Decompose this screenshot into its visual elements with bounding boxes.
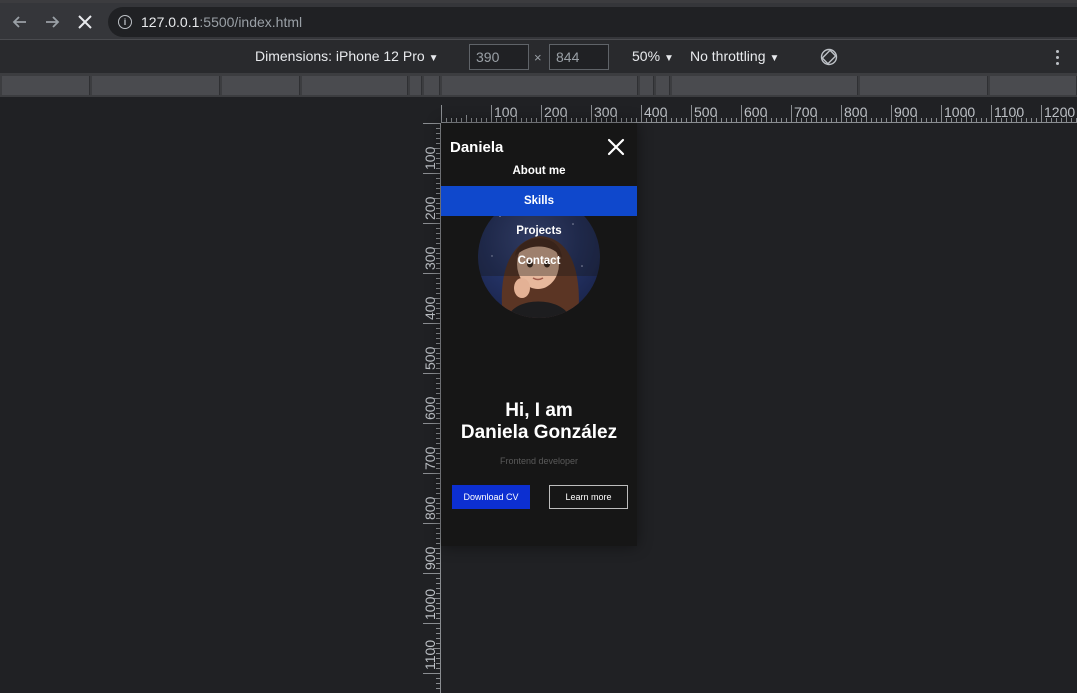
hero-line-1: Hi, I am	[505, 400, 573, 421]
media-query-segment[interactable]	[672, 76, 858, 95]
ruler-label: 1000	[422, 589, 438, 620]
dimensions-label: Dimensions: iPhone 12 Pro	[255, 48, 425, 64]
width-input[interactable]	[469, 44, 529, 70]
site-info-icon[interactable]: i	[118, 15, 132, 29]
menu-item-skills[interactable]: Skills	[441, 186, 637, 216]
device-toolbar: Dimensions: iPhone 12 Pro▼ × 50%▼ No thr…	[0, 40, 1077, 74]
zoom-dropdown[interactable]: 50% ▼	[632, 48, 674, 64]
media-query-segment[interactable]	[656, 76, 670, 95]
ruler-label: 400	[644, 104, 668, 120]
ruler-label: 900	[422, 546, 438, 570]
ruler-label: 300	[594, 104, 618, 120]
dropdown-caret-icon: ▼	[428, 53, 439, 64]
media-query-segment[interactable]	[860, 76, 988, 95]
ruler-label: 900	[894, 104, 918, 120]
dimensions-dropdown[interactable]: Dimensions: iPhone 12 Pro ▼	[255, 48, 439, 64]
ruler-label: 600	[422, 396, 438, 420]
media-query-segment[interactable]	[424, 76, 440, 95]
ruler-label: 1100	[422, 640, 438, 670]
ruler-corner	[419, 101, 441, 123]
media-query-segment[interactable]	[302, 76, 408, 95]
media-query-segment[interactable]	[2, 76, 90, 95]
hero-line-2: Daniela González	[460, 422, 618, 443]
media-query-segment[interactable]	[442, 76, 638, 95]
back-arrow-icon[interactable]	[8, 11, 32, 33]
stop-loading-icon[interactable]	[73, 11, 97, 33]
dropdown-caret-icon: ▼	[769, 53, 780, 64]
vertical-ruler: 100 200 300 400 500 600 700 800 900 1000 1100	[419, 123, 441, 693]
ruler-label: 1200	[1044, 104, 1075, 120]
site-brand[interactable]: Daniela	[450, 139, 503, 156]
dropdown-caret-icon: ▼	[664, 53, 674, 64]
ruler-label: 100	[494, 104, 518, 120]
hero-subtitle: Frontend developer	[499, 456, 579, 466]
menu-item-label: Projects	[516, 225, 562, 237]
menu-item-about[interactable]: About me	[441, 156, 637, 186]
nav-menu: About me Skills Projects Contact	[441, 156, 637, 276]
zoom-label: 50%	[632, 48, 661, 64]
media-query-segment[interactable]	[92, 76, 220, 95]
url-path: :5500/index.html	[199, 14, 303, 30]
ruler-label: 700	[422, 446, 438, 470]
ruler-label: 200	[544, 104, 568, 120]
media-query-bar	[0, 74, 1077, 97]
throttling-label: No throttling	[690, 48, 766, 64]
ruler-label: 1100	[994, 104, 1024, 120]
dimension-separator: ×	[534, 50, 542, 65]
ruler-label: 100	[422, 146, 438, 170]
download-cv-button[interactable]: Download CV	[452, 485, 530, 509]
ruler-label: 400	[422, 296, 438, 320]
ruler-label: 200	[422, 196, 438, 220]
ruler-label: 800	[844, 104, 868, 120]
close-menu-icon[interactable]	[607, 138, 625, 156]
menu-item-label: Contact	[517, 255, 561, 267]
menu-item-label: Skills	[523, 195, 555, 207]
ruler-label: 300	[422, 246, 438, 270]
address-bar: i 127.0.0.1:5500/index.html	[0, 3, 1077, 40]
height-input[interactable]	[549, 44, 609, 70]
ruler-label: 500	[422, 346, 438, 370]
media-query-segment[interactable]	[222, 76, 300, 95]
media-query-segment[interactable]	[410, 76, 422, 95]
forward-arrow-icon[interactable]	[40, 11, 64, 33]
menu-item-contact[interactable]: Contact	[441, 246, 637, 276]
media-query-segment[interactable]	[640, 76, 654, 95]
device-screen: Daniela About me Skills Projects Contact…	[441, 123, 637, 546]
ruler-label: 500	[694, 104, 718, 120]
media-query-segment[interactable]	[990, 76, 1077, 95]
menu-item-projects[interactable]: Projects	[441, 216, 637, 246]
url-text[interactable]: 127.0.0.1:5500/index.html	[141, 14, 302, 30]
hero-title: Hi, I am Daniela González	[441, 400, 637, 444]
horizontal-ruler: 100 200 300 400 500 600 700 800 900 1000 1100 1200	[441, 101, 1077, 123]
url-host: 127.0.0.1	[141, 14, 200, 30]
learn-more-button[interactable]: Learn more	[549, 485, 628, 509]
omnibox[interactable]: i 127.0.0.1:5500/index.html	[108, 7, 1077, 37]
more-options-icon[interactable]	[1050, 48, 1064, 66]
throttling-dropdown[interactable]: No throttling ▼	[690, 48, 779, 64]
ruler-label: 600	[744, 104, 768, 120]
ruler-label: 1000	[944, 104, 975, 120]
rotate-icon[interactable]	[820, 48, 838, 66]
menu-item-label: About me	[512, 165, 566, 177]
ruler-label: 700	[794, 104, 818, 120]
ruler-label: 800	[422, 496, 438, 520]
